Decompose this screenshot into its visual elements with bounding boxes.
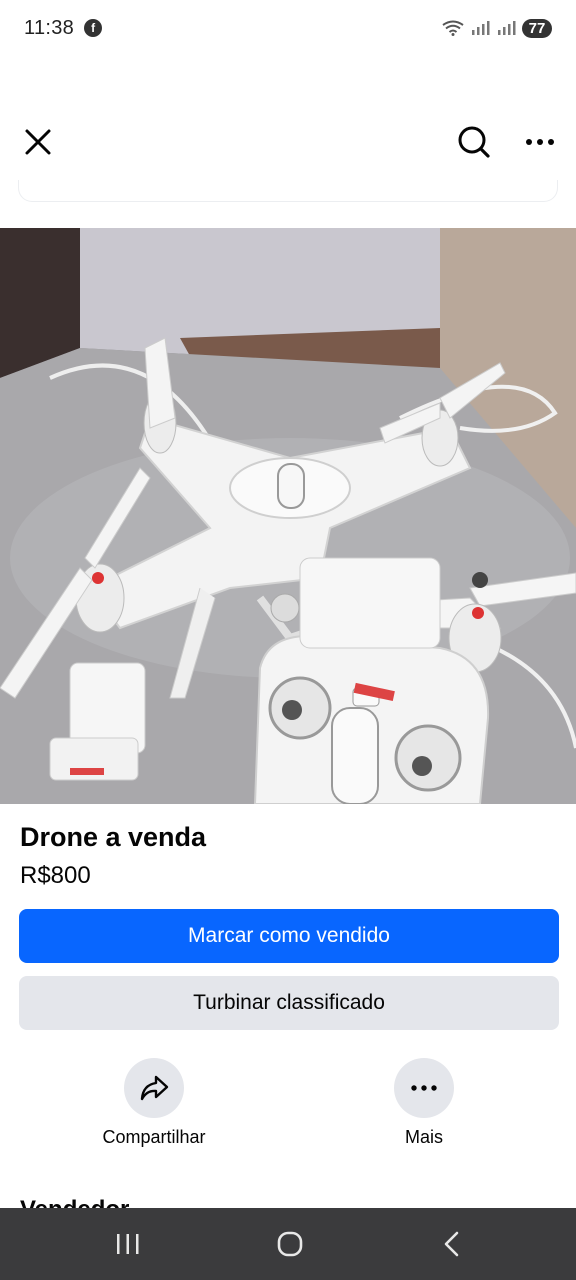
status-icons: 77	[442, 18, 552, 38]
mark-as-sold-button[interactable]: Marcar como vendido	[19, 909, 559, 963]
recents-icon	[117, 1234, 139, 1254]
back-icon	[444, 1231, 459, 1257]
wifi-icon	[442, 20, 464, 36]
search-icon	[458, 126, 490, 158]
more-action[interactable]: Mais	[344, 1058, 504, 1148]
listing-price: R$800	[20, 862, 91, 889]
more-horizontal-icon	[526, 139, 554, 145]
share-icon	[140, 1075, 169, 1101]
listing-photo[interactable]	[0, 228, 576, 804]
system-nav-bar	[0, 1208, 576, 1280]
home-button[interactable]	[260, 1222, 320, 1266]
drone-photo-illustration	[0, 228, 576, 804]
collapsed-panel-edge	[18, 180, 558, 202]
boost-listing-button[interactable]: Turbinar classificado	[19, 976, 559, 1030]
share-action[interactable]: Compartilhar	[74, 1058, 234, 1148]
listing-title: Drone a venda	[20, 822, 207, 852]
back-button[interactable]	[422, 1222, 482, 1266]
status-time: 11:38	[24, 16, 75, 39]
facebook-notification-icon: f	[84, 19, 103, 37]
more-options-button[interactable]	[518, 120, 562, 164]
share-label: Compartilhar	[102, 1127, 206, 1147]
close-icon	[25, 129, 51, 155]
top-bar	[0, 112, 576, 172]
home-icon	[277, 1231, 303, 1257]
signal-icon	[498, 21, 516, 35]
battery-indicator: 77	[522, 18, 552, 38]
close-button[interactable]	[16, 120, 60, 164]
search-button[interactable]	[452, 120, 496, 164]
share-button[interactable]	[124, 1058, 184, 1118]
signal-icon	[472, 21, 490, 35]
recent-apps-button[interactable]	[98, 1222, 158, 1266]
more-button[interactable]	[394, 1058, 454, 1118]
more-label: Mais	[404, 1127, 443, 1147]
more-horizontal-icon	[411, 1085, 437, 1091]
status-bar: 11:38 f 77	[0, 0, 576, 56]
